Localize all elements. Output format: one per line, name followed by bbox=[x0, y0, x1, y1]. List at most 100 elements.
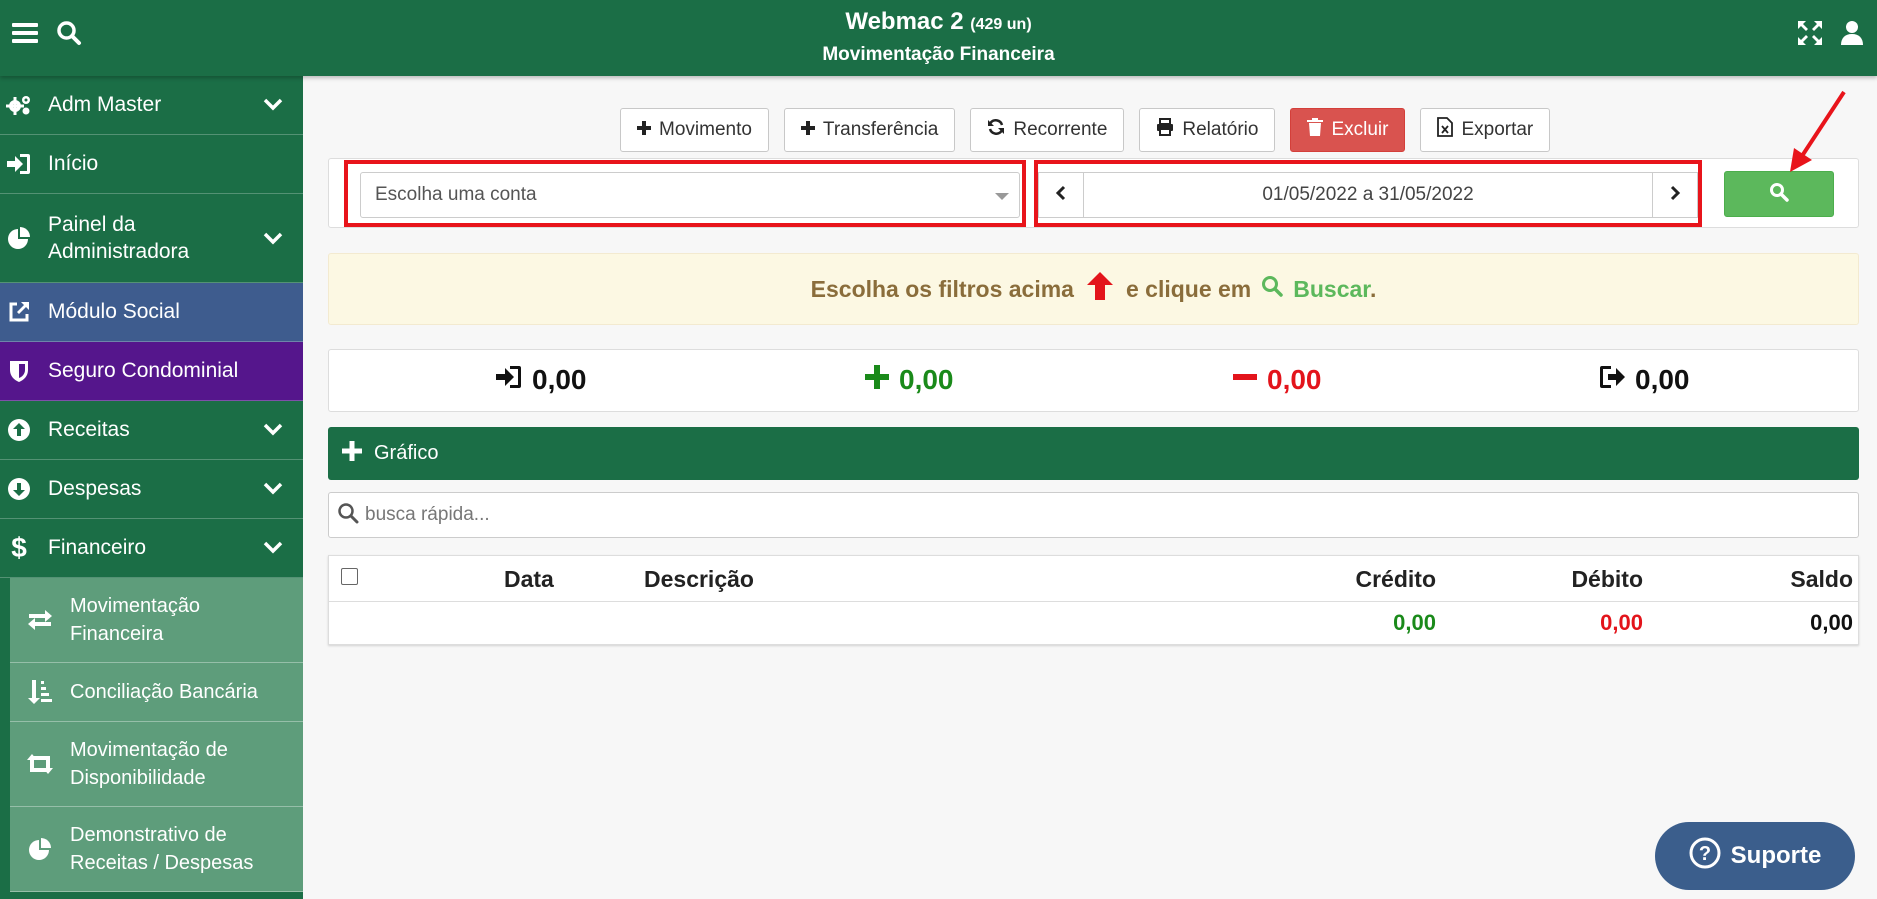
plus-icon bbox=[865, 364, 889, 396]
financeiro-submenu: Movimentação Financeira Conciliação Banc… bbox=[0, 578, 303, 892]
select-all-checkbox[interactable] bbox=[341, 568, 358, 585]
support-button[interactable]: ? Suporte bbox=[1655, 822, 1855, 890]
add-movimento-button[interactable]: Movimento bbox=[620, 108, 769, 152]
exchange-icon bbox=[26, 606, 54, 634]
notice-buscar-text: Buscar bbox=[1293, 275, 1370, 302]
plus-icon bbox=[342, 440, 362, 467]
sidebar-item-seguro-condominial[interactable]: Seguro Condominial bbox=[0, 342, 303, 401]
total-opening: 0,00 bbox=[496, 364, 587, 396]
submenu-item-demonstrativo[interactable]: Demonstrativo de Receitas / Despesas bbox=[10, 807, 303, 892]
sidebar-item-modulo-social[interactable]: Módulo Social bbox=[0, 283, 303, 342]
support-label: Suporte bbox=[1730, 842, 1822, 869]
fullscreen-icon[interactable] bbox=[1797, 20, 1823, 51]
units-count: (429 un) bbox=[970, 16, 1032, 33]
sidebar: Adm Master Início Painel da Administrado… bbox=[0, 76, 303, 899]
submenu-item-movimentacao-disponibilidade[interactable]: Movimentação de Disponibilidade bbox=[10, 722, 303, 807]
quick-search-box bbox=[328, 492, 1859, 538]
annotation-box-account bbox=[344, 160, 1026, 227]
sign-in-icon bbox=[6, 151, 32, 177]
question-circle-icon: ? bbox=[1689, 837, 1721, 876]
table-divider bbox=[329, 601, 1858, 602]
svg-text:?: ? bbox=[1699, 843, 1711, 865]
chevron-down-icon bbox=[263, 225, 283, 252]
add-transferencia-button[interactable]: Transferência bbox=[783, 108, 956, 152]
retweet-icon bbox=[26, 750, 54, 778]
print-icon bbox=[1156, 118, 1174, 142]
footer-saldo: 0,00 bbox=[1810, 610, 1853, 635]
sidebar-item-label: Painel da Administradora bbox=[48, 213, 190, 263]
sidebar-item-adm-master[interactable]: Adm Master bbox=[0, 76, 303, 135]
sidebar-item-label: Módulo Social bbox=[48, 300, 180, 323]
arrow-circle-down-icon bbox=[6, 476, 32, 502]
total-value: 0,00 bbox=[532, 364, 587, 395]
annotation-box-date bbox=[1034, 160, 1702, 227]
sidebar-item-inicio[interactable]: Início bbox=[0, 135, 303, 194]
sidebar-item-despesas[interactable]: Despesas bbox=[0, 460, 303, 519]
submenu-item-conciliacao-bancaria[interactable]: Conciliação Bancária bbox=[10, 663, 303, 722]
filter-notice: Escolha os filtros acima e clique em Bus… bbox=[328, 253, 1859, 325]
header-right-icons bbox=[1797, 20, 1863, 51]
external-link-icon bbox=[6, 299, 32, 325]
sign-out-icon bbox=[1599, 364, 1625, 396]
notice-text: e clique em bbox=[1125, 275, 1252, 302]
dollar-icon: $ bbox=[11, 532, 27, 563]
button-label: Transferência bbox=[822, 119, 939, 140]
excel-file-icon bbox=[1437, 117, 1454, 143]
footer-debito: 0,00 bbox=[1600, 610, 1643, 635]
totals-panel: 0,00 0,00 0,00 0,00 bbox=[328, 349, 1859, 412]
sidebar-item-receitas[interactable]: Receitas bbox=[0, 401, 303, 460]
total-value: 0,00 bbox=[1267, 364, 1322, 395]
page-title-block: Webmac 2 (429 un) Movimentação Financeir… bbox=[0, 6, 1877, 69]
button-label: Excluir bbox=[1331, 119, 1389, 140]
top-header: Webmac 2 (429 un) Movimentação Financeir… bbox=[0, 0, 1877, 76]
exportar-button[interactable]: Exportar bbox=[1420, 108, 1551, 152]
column-header-descricao[interactable]: Descrição bbox=[644, 566, 754, 593]
quick-search-input[interactable] bbox=[365, 504, 1765, 526]
column-header-data[interactable]: Data bbox=[504, 566, 554, 593]
submenu-item-movimentacao-financeira[interactable]: Movimentação Financeira bbox=[10, 578, 303, 663]
pie-chart-icon bbox=[26, 835, 54, 863]
app-name: Webmac 2 bbox=[845, 8, 964, 35]
column-header-credito[interactable]: Crédito bbox=[1356, 566, 1437, 593]
total-closing: 0,00 bbox=[1599, 364, 1690, 396]
chart-panel-toggle[interactable]: Gráfico bbox=[328, 427, 1859, 480]
arrow-up-icon bbox=[1084, 271, 1116, 307]
relatorio-button[interactable]: Relatório bbox=[1139, 108, 1276, 152]
chart-panel-label: Gráfico bbox=[374, 442, 439, 464]
gears-icon bbox=[6, 92, 32, 118]
total-credits: 0,00 bbox=[865, 364, 954, 396]
user-icon[interactable] bbox=[1841, 20, 1863, 51]
button-label: Relatório bbox=[1182, 119, 1259, 140]
button-label: Recorrente bbox=[1013, 119, 1108, 140]
button-label: Exportar bbox=[1461, 119, 1534, 140]
sidebar-item-label: Financeiro bbox=[48, 536, 147, 559]
notice-period: . bbox=[1369, 275, 1377, 302]
total-debits: 0,00 bbox=[1233, 364, 1322, 396]
plus-icon bbox=[637, 119, 651, 141]
action-toolbar: Movimento Transferência Recorrente Relat… bbox=[620, 108, 1551, 152]
button-label: Movimento bbox=[659, 119, 752, 140]
submenu-item-label: Movimentação Financeira bbox=[70, 595, 201, 645]
transactions-table: Data Descrição Crédito Débito Saldo 0,00… bbox=[328, 555, 1859, 645]
column-header-saldo[interactable]: Saldo bbox=[1790, 566, 1853, 593]
recorrente-button[interactable]: Recorrente bbox=[970, 108, 1125, 152]
sidebar-item-financeiro[interactable]: $ Financeiro bbox=[0, 519, 303, 578]
sidebar-item-painel[interactable]: Painel da Administradora bbox=[0, 194, 303, 283]
annotation-arrow-icon bbox=[1790, 90, 1846, 172]
sidebar-item-label: Seguro Condominial bbox=[48, 359, 239, 382]
column-header-debito[interactable]: Débito bbox=[1571, 566, 1643, 593]
sign-in-icon bbox=[496, 364, 522, 396]
sidebar-item-label: Despesas bbox=[48, 477, 142, 500]
chevron-down-icon bbox=[263, 93, 283, 117]
submenu-item-label: Conciliação Bancária bbox=[70, 681, 258, 703]
arrow-circle-up-icon bbox=[6, 417, 32, 443]
search-icon bbox=[1769, 182, 1789, 207]
notice-text: Escolha os filtros acima bbox=[810, 275, 1074, 302]
pie-chart-icon bbox=[6, 225, 32, 251]
chevron-down-icon bbox=[263, 477, 283, 501]
search-icon bbox=[337, 502, 359, 529]
trash-icon bbox=[1307, 118, 1324, 142]
excluir-button[interactable]: Excluir bbox=[1290, 108, 1406, 152]
total-value: 0,00 bbox=[1635, 364, 1690, 395]
sidebar-item-label: Adm Master bbox=[48, 93, 162, 116]
